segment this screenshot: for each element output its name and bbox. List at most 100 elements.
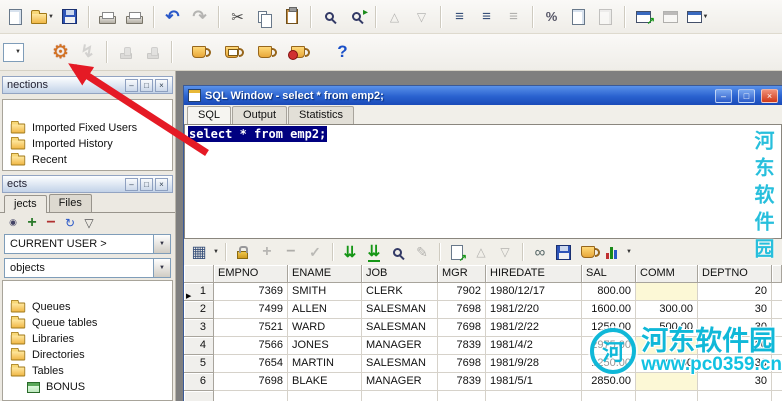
outdent-button[interactable] [501, 4, 526, 29]
cell-comm[interactable] [636, 337, 698, 355]
compare-button[interactable] [566, 4, 591, 29]
column-header-job[interactable]: JOB [362, 265, 438, 283]
cell-mgr[interactable]: 7698 [438, 355, 486, 373]
sql-window-titlebar[interactable]: SQL Window - select * from emp2; [184, 86, 782, 105]
cascade-window-button[interactable] [685, 4, 710, 29]
cell-deptno[interactable]: 20 [698, 283, 772, 301]
chart-button[interactable] [601, 241, 623, 263]
tree-item-bonus[interactable]: BONUS [3, 379, 172, 395]
cell-comm[interactable] [636, 283, 698, 301]
tab-objects[interactable]: jects [4, 195, 47, 213]
tab-output[interactable]: Output [232, 106, 288, 124]
tree-item-queue-tables[interactable]: Queue tables [3, 315, 172, 331]
tree-item-imported-fixed-users[interactable]: Imported Fixed Users [3, 120, 172, 136]
window-button[interactable] [658, 4, 683, 29]
cell-comm[interactable]: 500.00 [636, 319, 698, 337]
panel-menu-button[interactable] [125, 78, 138, 92]
fetch-next-button[interactable] [339, 241, 361, 263]
cell-sal[interactable]: 2850.00 [582, 373, 636, 391]
column-header-ename[interactable]: ENAME [288, 265, 362, 283]
column-header-comm[interactable]: COMM [636, 265, 698, 283]
percent-button[interactable] [539, 4, 564, 29]
delete-record-button[interactable] [280, 241, 302, 263]
cell[interactable] [486, 391, 582, 401]
redo-button[interactable] [187, 4, 212, 29]
cell-comm[interactable]: 300.00 [636, 301, 698, 319]
panel-pin-button[interactable] [140, 78, 153, 92]
mode-select-dropdown[interactable] [3, 42, 24, 62]
cell[interactable] [582, 391, 636, 401]
column-header-mgr[interactable]: MGR [438, 265, 486, 283]
cell-sal[interactable]: 800.00 [582, 283, 636, 301]
find-next-button[interactable] [344, 4, 369, 29]
collapse-all-icon[interactable] [42, 215, 60, 231]
row-number[interactable] [184, 391, 214, 401]
cell-sal[interactable]: 1600.00 [582, 301, 636, 319]
column-header-hiredate[interactable]: HIREDATE [486, 265, 582, 283]
cell-comm[interactable] [636, 373, 698, 391]
cell-hiredate[interactable]: 1981/4/2 [486, 337, 582, 355]
cell-job[interactable]: MANAGER [362, 337, 438, 355]
row-number[interactable]: 6 [184, 373, 214, 391]
row-number-header[interactable] [184, 265, 214, 283]
tree-item-recent[interactable]: Recent [3, 152, 172, 168]
export-button[interactable] [446, 241, 468, 264]
cell-mgr[interactable]: 7839 [438, 337, 486, 355]
commit-session-button[interactable] [285, 40, 310, 65]
cell[interactable] [214, 391, 288, 401]
compare-alt-button[interactable] [593, 4, 618, 29]
next-item-button[interactable] [409, 4, 434, 29]
cell-comm[interactable]: 1400.00 [636, 355, 698, 373]
cell-ename[interactable]: MARTIN [288, 355, 362, 373]
row-number[interactable]: 5 [184, 355, 214, 373]
cell-deptno[interactable]: 30 [698, 319, 772, 337]
column-header-sal[interactable]: SAL [582, 265, 636, 283]
cell-deptno[interactable]: 20 [698, 337, 772, 355]
cell-empno[interactable]: 7369 [214, 283, 288, 301]
save-button[interactable] [57, 4, 82, 29]
cell-ename[interactable]: JONES [288, 337, 362, 355]
export-session-button[interactable] [577, 241, 600, 263]
insert-record-button[interactable] [256, 241, 278, 263]
stamp-button[interactable] [113, 40, 138, 65]
panel-close-button[interactable] [155, 78, 168, 92]
sql-session-button[interactable] [219, 40, 244, 65]
prev-item-button[interactable] [382, 4, 407, 29]
lock-button[interactable] [232, 241, 254, 263]
sql-editor[interactable]: select * from emp2; [184, 124, 782, 239]
print-button[interactable] [95, 4, 120, 29]
column-header-deptno[interactable]: DEPTNO [698, 265, 772, 283]
cut-button[interactable] [225, 4, 250, 29]
row-number[interactable]: 4 [184, 337, 214, 355]
edit-data-button[interactable] [411, 241, 433, 263]
new-window-button[interactable] [631, 4, 656, 29]
new-button[interactable] [3, 4, 28, 29]
copy-button[interactable] [252, 4, 277, 29]
cell-empno[interactable]: 7654 [214, 355, 288, 373]
cell-empno[interactable]: 7698 [214, 373, 288, 391]
cell-mgr[interactable]: 7698 [438, 319, 486, 337]
column-header-empno[interactable]: EMPNO [214, 265, 288, 283]
cell[interactable] [636, 391, 698, 401]
cell-ename[interactable]: ALLEN [288, 301, 362, 319]
fetch-all-button[interactable] [363, 241, 385, 263]
expand-all-icon[interactable] [23, 215, 41, 231]
tree-item-directories[interactable]: Directories [3, 347, 172, 363]
sort-asc-button[interactable] [470, 241, 492, 263]
tab-statistics[interactable]: Statistics [288, 106, 355, 124]
cell-deptno[interactable]: 30 [698, 373, 772, 391]
row-number[interactable]: 3 [184, 319, 214, 337]
list-button[interactable] [447, 4, 472, 29]
cell-mgr[interactable]: 7698 [438, 301, 486, 319]
cell-job[interactable]: SALESMAN [362, 301, 438, 319]
cell-job[interactable]: SALESMAN [362, 355, 438, 373]
find-button[interactable] [387, 241, 409, 263]
post-record-button[interactable] [304, 241, 326, 263]
paste-button[interactable] [279, 4, 304, 29]
indent-button[interactable] [474, 4, 499, 29]
session-alt-button[interactable] [252, 40, 277, 65]
stamp-alt-button[interactable] [140, 40, 165, 65]
object-filter-dropdown[interactable]: objects [4, 258, 171, 278]
panel-close-button[interactable] [155, 177, 168, 191]
cell-sal[interactable]: 1250.00 [582, 319, 636, 337]
